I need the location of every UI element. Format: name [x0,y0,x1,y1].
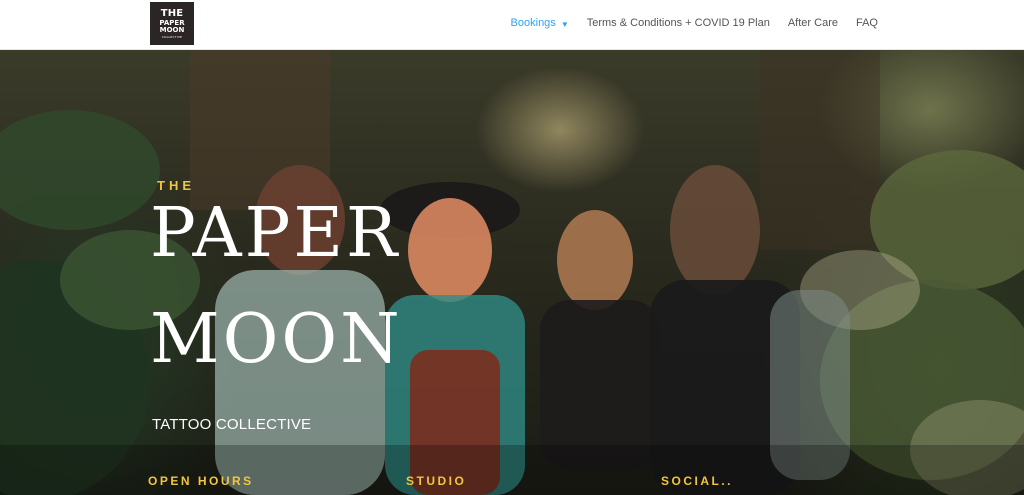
logo-line-moon: MOON [159,25,185,34]
open-hours-heading: OPEN HOURS [148,474,254,488]
main-nav: Bookings ▼ Terms & Conditions + COVID 19… [511,17,878,29]
nav-terms[interactable]: Terms & Conditions + COVID 19 Plan [587,17,770,29]
nav-bookings-label: Bookings [510,17,556,29]
hero-subtitle: TATTOO COLLECTIVE [152,416,312,433]
hero-title-the: THE [157,178,195,193]
studio-heading: STUDIO [406,474,467,488]
nav-after-care[interactable]: After Care [788,17,838,29]
site-header: THE PAPER MOON COLLECTIVE Bookings ▼ Ter… [0,0,1024,50]
logo-line-the: THE [160,7,184,19]
site-logo[interactable]: THE PAPER MOON COLLECTIVE [150,2,194,45]
chevron-down-icon: ▼ [560,19,569,29]
nav-bookings[interactable]: Bookings ▼ [511,17,569,29]
hero-title-paper: PAPER [150,194,401,273]
nav-faq[interactable]: FAQ [856,17,878,29]
hero-title-moon: MOON [150,300,403,379]
hero-banner: THE PAPER MOON TATTOO COLLECTIVE OPEN HO… [0,50,1024,495]
social-heading: SOCIAL.. [661,474,734,488]
logo-line-collective: COLLECTIVE [161,34,183,39]
hero-text: THE PAPER MOON TATTOO COLLECTIVE OPEN HO… [0,50,1024,495]
